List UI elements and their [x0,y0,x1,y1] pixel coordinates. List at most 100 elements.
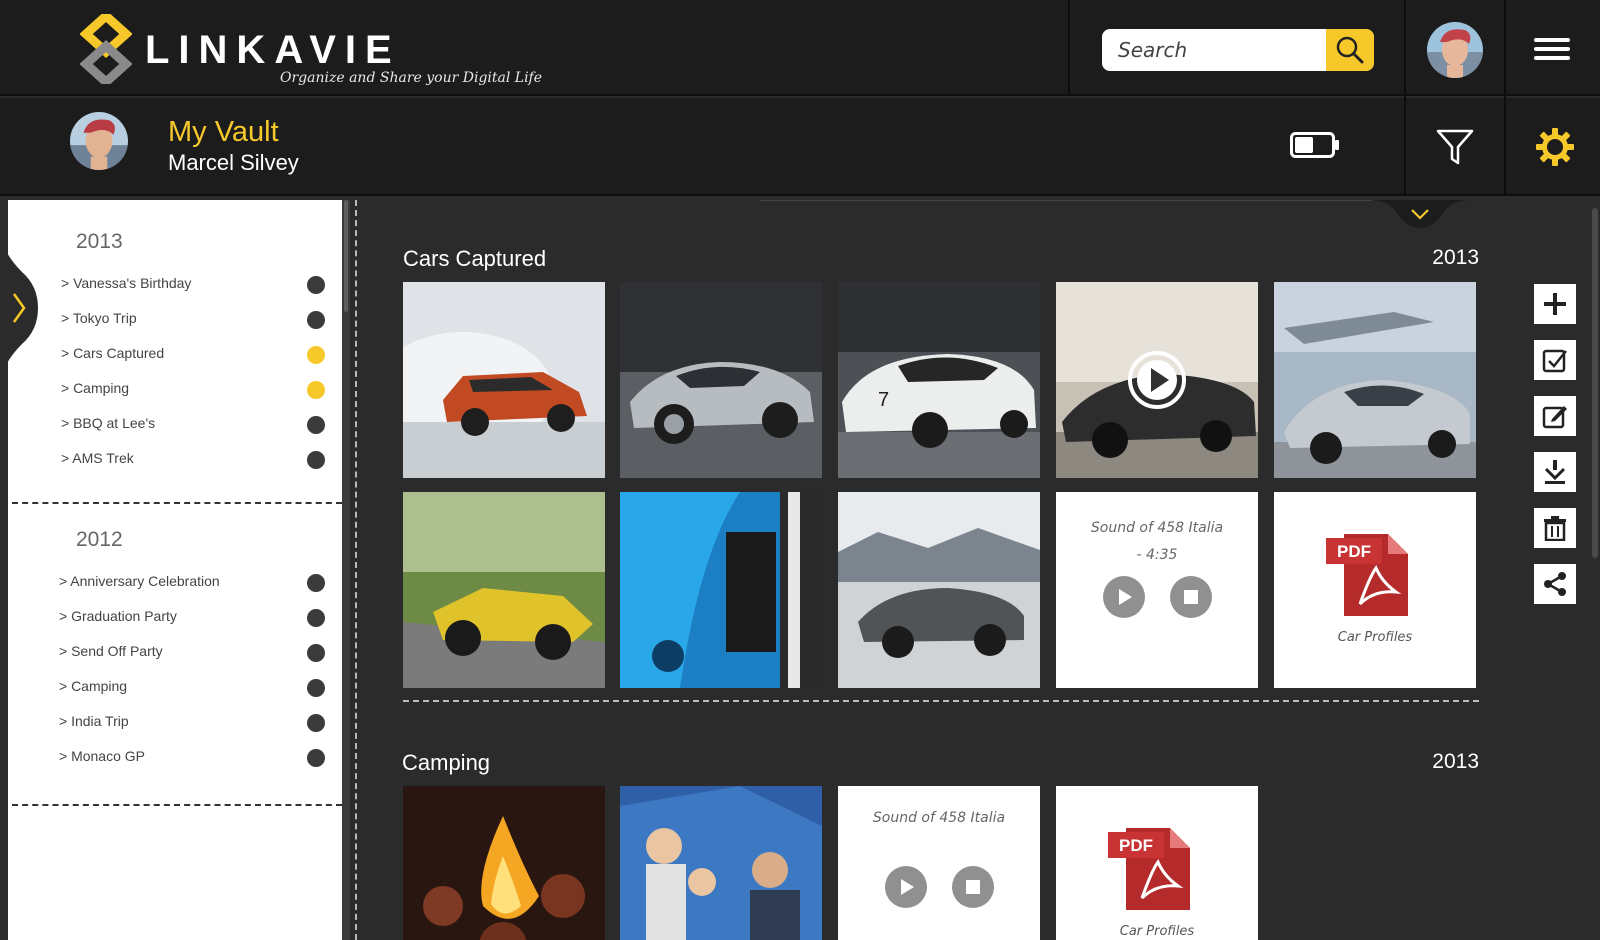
gear-icon [1536,128,1574,166]
sidebar-item-ams-trek[interactable]: > AMS Trek [8,447,342,473]
sidebar-item-bbq-at-lees[interactable]: > BBQ at Lee's [8,412,342,438]
section-title: Camping [402,750,491,775]
sidebar-item-monaco-gp[interactable]: > Monaco GP [8,745,342,771]
yellow-roadster-photo [403,492,605,688]
media-tile-photo[interactable] [403,492,605,688]
status-dot-active [307,346,325,364]
stop-icon [1184,590,1198,604]
sidebar-item-label: > AMS Trek [61,450,134,466]
search-box [1102,29,1374,71]
collapse-header-tab[interactable] [1370,200,1470,232]
media-tile-photo[interactable] [620,282,822,478]
content-scrollbar[interactable] [1592,208,1598,558]
hamburger-menu-icon [1534,38,1570,42]
orange-suv-photo [403,282,605,478]
blue-muscle-car-photo [620,492,822,688]
sidebar-item-vanessas-birthday[interactable]: > Vanessa's Birthday [8,272,342,298]
media-tile-photo[interactable] [403,786,605,940]
profile-avatar[interactable] [1427,22,1483,78]
play-icon [1119,589,1132,605]
sidebar-item-label: > India Trip [59,713,129,729]
pdf-caption: Car Profiles [1337,630,1413,645]
share-button[interactable] [1534,564,1576,604]
top-header: LINKAVIE Organize and Share your Digital… [0,0,1600,196]
media-tile-photo[interactable] [620,492,822,688]
status-dot [307,714,325,732]
sidebar-item-label: > Anniversary Celebration [59,573,220,589]
add-button[interactable] [1534,284,1576,324]
media-tile-pdf[interactable]: PDF Car Profiles [1056,786,1258,940]
audio-play-button[interactable] [1103,576,1145,618]
vault-title: My Vault [168,116,279,148]
section-title: Cars Captured [403,246,547,271]
edit-icon [1542,406,1567,429]
media-tile-photo[interactable] [838,492,1040,688]
sidebar-collapse-tab[interactable] [0,228,38,388]
media-tile-video[interactable] [1056,282,1258,478]
sidebar-item-cars-captured[interactable]: > Cars Captured [8,342,342,368]
media-tile-photo[interactable]: 7 [838,282,1040,478]
settings-button[interactable] [1520,118,1590,176]
audio-play-button[interactable] [885,866,927,908]
media-tile-photo[interactable] [620,786,822,940]
pdf-caption: Car Profiles [1119,924,1195,939]
edit-button[interactable] [1534,396,1576,436]
media-tile-audio[interactable]: Sound of 458 Italia [838,786,1040,940]
white-race-car-photo: 7 [838,282,1040,478]
status-dot [307,574,325,592]
pdf-file-icon: PDF [1108,828,1190,910]
battery-icon [1290,132,1339,158]
status-dot [307,311,325,329]
sidebar-item-camping[interactable]: > Camping [8,377,342,403]
stop-icon [966,880,980,894]
sidebar-item-graduation-party[interactable]: > Graduation Party [8,605,342,631]
content-top-edge [760,200,1372,201]
select-button[interactable] [1534,340,1576,380]
status-dot [307,276,325,294]
status-dot-active [307,381,325,399]
app-logo[interactable]: LINKAVIE Organize and Share your Digital… [80,14,542,94]
sidebar-item-tokyo-trip[interactable]: > Tokyo Trip [8,307,342,333]
pdf-badge-text: PDF [1337,542,1371,561]
section-year: 2013 [1432,750,1479,773]
audio-caption: Sound of 458 Italia [872,810,1006,826]
delete-button[interactable] [1534,508,1576,548]
media-tile-audio[interactable]: Sound of 458 Italia - 4:35 [1056,492,1258,688]
download-button[interactable] [1534,452,1576,492]
search-icon [1336,36,1364,64]
media-tile-photo[interactable] [1274,282,1476,478]
vault-owner-avatar[interactable] [70,112,128,170]
status-dot [307,416,325,434]
silver-hypercar-photo [1274,282,1476,478]
play-video-icon[interactable] [1127,350,1187,410]
status-dot [307,451,325,469]
menu-button[interactable] [1534,38,1570,64]
plus-icon [1544,293,1566,315]
media-tile-pdf[interactable]: PDF Car Profiles [1274,492,1476,688]
audio-stop-button[interactable] [1170,576,1212,618]
sidebar-item-label: > Camping [59,678,128,694]
search-button[interactable] [1326,29,1374,71]
play-icon [901,879,914,895]
grey-coupe-snow-photo [838,492,1040,688]
vault-bar: My Vault Marcel Silvey [0,98,1600,196]
sidebar-item-camping-2012[interactable]: > Camping [8,675,342,701]
section-year: 2013 [1432,246,1479,269]
sidebar-item-send-off-party[interactable]: > Send Off Party [8,640,342,666]
share-icon [1544,572,1566,596]
sidebar-item-india-trip[interactable]: > India Trip [8,710,342,736]
sidebar-item-label: > BBQ at Lee's [61,415,156,431]
audio-caption: Sound of 458 Italia [1090,520,1224,536]
search-input[interactable] [1102,29,1326,71]
filter-button[interactable] [1420,118,1490,176]
sidebar-scroll-thumb[interactable] [344,200,348,312]
hamburger-line [1534,56,1570,60]
download-icon [1544,460,1566,484]
hamburger-line [1534,47,1570,51]
sidebar-item-anniversary-celebration[interactable]: > Anniversary Celebration [8,570,342,596]
audio-duration: - 4:35 [1136,547,1178,563]
sidebar-item-label: > Camping [61,380,130,396]
avatar-face-icon [1427,22,1483,78]
audio-stop-button[interactable] [952,866,994,908]
media-tile-photo[interactable] [403,282,605,478]
